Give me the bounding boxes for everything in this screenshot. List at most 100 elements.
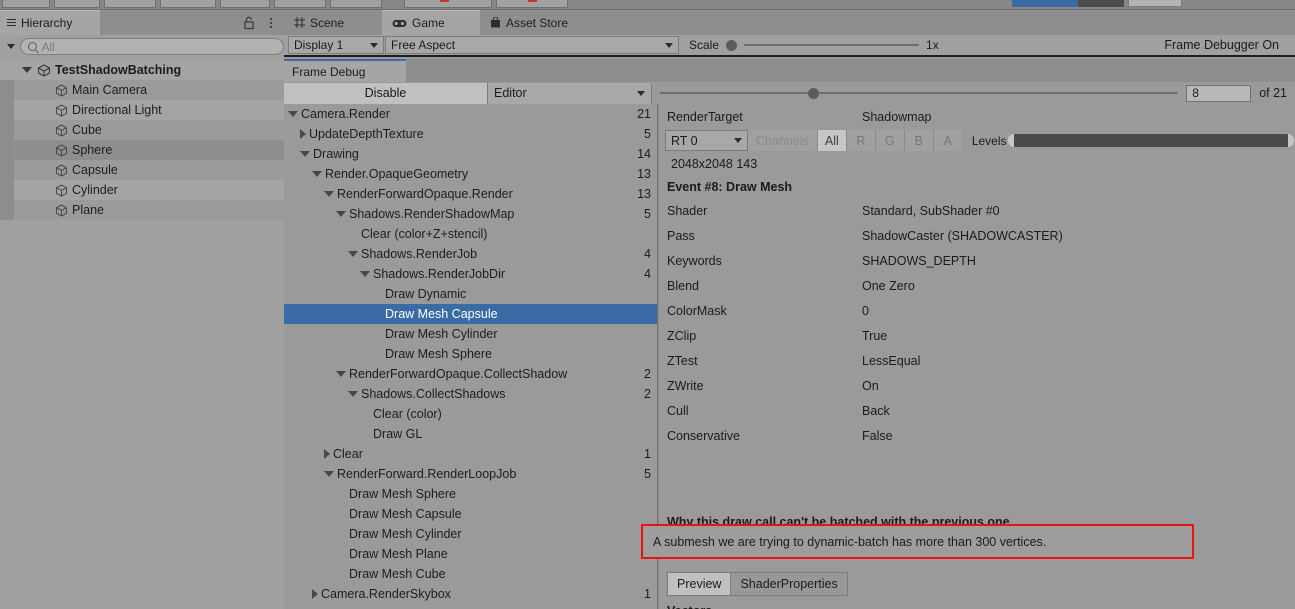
event-title-label: Event #8: Draw Mesh xyxy=(667,180,793,194)
aspect-dropdown[interactable]: Free Aspect xyxy=(385,36,679,54)
frame-event-row[interactable]: Draw Mesh Capsule xyxy=(284,304,657,324)
frame-event-row[interactable]: Draw Mesh Cylinder xyxy=(284,324,657,344)
hierarchy-item-testshadowbatching[interactable]: TestShadowBatching xyxy=(0,60,284,80)
frame-event-row[interactable]: Clear (color) xyxy=(284,404,657,424)
tab-asset-store[interactable]: Asset Store xyxy=(480,10,620,35)
hierarchy-item-capsule[interactable]: Capsule xyxy=(0,160,284,180)
frame-event-row[interactable]: RenderForwardOpaque.Render 13 xyxy=(284,184,657,204)
chevron-down-icon[interactable] xyxy=(348,391,358,397)
channel-button-g[interactable]: G xyxy=(874,130,904,151)
chevron-down-icon[interactable] xyxy=(312,171,322,177)
levels-slider[interactable] xyxy=(1007,134,1295,147)
frame-event-row[interactable]: Camera.Render 21 xyxy=(284,104,657,124)
disable-button[interactable]: Disable xyxy=(284,82,488,104)
frame-event-row[interactable]: Draw GL xyxy=(284,424,657,444)
tab-scene[interactable]: Scene xyxy=(284,10,382,35)
frame-event-row[interactable]: Clear 1 xyxy=(284,444,657,464)
chevron-down-icon[interactable] xyxy=(300,151,310,157)
toolbar-button-rotate[interactable] xyxy=(104,0,156,8)
scale-slider-knob[interactable] xyxy=(726,39,738,51)
event-slider-track-right[interactable] xyxy=(819,92,1179,94)
gameview-toolbar: Display 1 Free Aspect Scale 1x Frame Deb… xyxy=(284,35,1295,57)
scale-slider[interactable]: Scale 1x xyxy=(689,38,939,52)
frame-event-label: Draw Mesh Cylinder xyxy=(385,327,498,341)
frame-debug-event-tree[interactable]: Camera.Render 21 UpdateDepthTexture 5 Drawin… xyxy=(284,104,658,609)
rt-dropdown[interactable]: RT 0 xyxy=(665,130,748,151)
frame-event-row[interactable]: Draw Dynamic xyxy=(284,284,657,304)
toolbar-layout-dropdown[interactable] xyxy=(1128,0,1182,7)
channel-button-a[interactable]: A xyxy=(932,130,962,151)
chevron-down-icon[interactable] xyxy=(336,371,346,377)
hierarchy-item-main-camera[interactable]: Main Camera xyxy=(0,80,284,100)
tab-game[interactable]: Game xyxy=(382,10,480,35)
chevron-down-icon[interactable] xyxy=(336,211,346,217)
tab-hierarchy[interactable]: Hierarchy xyxy=(0,10,100,35)
grid-icon xyxy=(294,17,305,28)
toolbar-button-rect[interactable] xyxy=(220,0,270,8)
frame-event-row[interactable]: Draw Mesh Cylinder xyxy=(284,524,657,544)
toolbar-button-hand[interactable] xyxy=(2,0,50,8)
event-slider-track-left[interactable] xyxy=(660,92,808,94)
channel-button-r[interactable]: R xyxy=(845,130,875,151)
display-dropdown[interactable]: Display 1 xyxy=(288,36,384,54)
frame-event-row[interactable]: Draw Mesh Sphere xyxy=(284,344,657,364)
hierarchy-search-input[interactable]: All xyxy=(19,38,284,55)
frame-event-row[interactable]: Draw Mesh Capsule xyxy=(284,504,657,524)
frame-event-row[interactable]: Shadows.RenderJob 4 xyxy=(284,244,657,264)
chevron-down-icon[interactable] xyxy=(348,251,358,257)
channel-button-all[interactable]: All xyxy=(816,130,846,151)
frame-event-row[interactable]: Draw Mesh Cube xyxy=(284,564,657,584)
hierarchy-item-plane[interactable]: Plane xyxy=(0,200,284,220)
chevron-right-icon[interactable] xyxy=(312,589,318,599)
rendertarget-value: Shadowmap xyxy=(862,109,932,124)
frame-event-row[interactable]: Shadows.RenderJobDir 4 xyxy=(284,264,657,284)
frame-event-row[interactable]: Draw Mesh Plane xyxy=(284,544,657,564)
hierarchy-item-sphere[interactable]: Sphere xyxy=(0,140,284,160)
frame-event-row[interactable]: Clear (color+Z+stencil) xyxy=(284,224,657,244)
frame-event-row[interactable]: Shadows.RenderShadowMap 5 xyxy=(284,204,657,224)
event-slider-knob[interactable] xyxy=(808,87,819,99)
chevron-right-icon[interactable] xyxy=(324,449,330,459)
tab-game-label: Game xyxy=(412,16,445,30)
hierarchy-item-cylinder[interactable]: Cylinder xyxy=(0,180,284,200)
chevron-down-icon[interactable] xyxy=(324,191,334,197)
tab-frame-debug[interactable]: Frame Debug xyxy=(284,59,406,82)
toolbar-button-pivot[interactable] xyxy=(274,0,326,8)
property-row: Conservative False xyxy=(659,423,1295,448)
toolbar-button-scale[interactable] xyxy=(160,0,216,8)
chevron-down-icon[interactable] xyxy=(360,271,370,277)
hierarchy-options-icon[interactable] xyxy=(266,15,276,30)
chevron-down-icon[interactable] xyxy=(22,67,32,73)
toolbar-button-move[interactable] xyxy=(54,0,100,8)
frame-event-row[interactable]: RenderForwardOpaque.CollectShadow 2 xyxy=(284,364,657,384)
chevron-right-icon[interactable] xyxy=(300,129,306,139)
chevron-down-icon[interactable] xyxy=(324,471,334,477)
toolbar-progress-dark xyxy=(1078,0,1124,7)
create-dropdown-button[interactable] xyxy=(0,38,18,55)
chevron-down-icon[interactable] xyxy=(288,111,298,117)
channel-button-b[interactable]: B xyxy=(903,130,933,151)
frame-event-row[interactable]: Drawing 14 xyxy=(284,144,657,164)
event-slider[interactable]: 8 of 21 xyxy=(652,84,1295,102)
frame-event-row[interactable]: RenderForward.RenderLoopJob 5 xyxy=(284,464,657,484)
hierarchy-tree[interactable]: TestShadowBatching Main Camera Directional… xyxy=(0,60,284,609)
why-not-batched-message-box: A submesh we are trying to dynamic-batch… xyxy=(641,524,1194,559)
channel-g-label: G xyxy=(884,133,895,148)
frame-event-row[interactable]: Shadows.CollectShadows 2 xyxy=(284,384,657,404)
frame-event-count: 1 xyxy=(644,447,651,461)
event-index-input[interactable]: 8 xyxy=(1186,84,1252,102)
scale-slider-track[interactable] xyxy=(744,44,920,46)
levels-control[interactable]: Levels xyxy=(972,134,1295,148)
toolbar-button-transform[interactable] xyxy=(330,0,382,8)
hierarchy-item-cube[interactable]: Cube xyxy=(0,120,284,140)
tab-shader-properties[interactable]: ShaderProperties xyxy=(731,572,848,596)
frame-event-row[interactable]: UpdateDepthTexture 5 xyxy=(284,124,657,144)
frame-event-row[interactable]: Render.OpaqueGeometry 13 xyxy=(284,164,657,184)
frame-event-row[interactable]: Draw Mesh Sphere xyxy=(284,484,657,504)
frame-event-row[interactable]: Camera.RenderSkybox 1 xyxy=(284,584,657,604)
target-dropdown[interactable]: Editor xyxy=(488,82,652,104)
lock-icon[interactable] xyxy=(242,15,256,30)
tab-preview[interactable]: Preview xyxy=(667,572,732,596)
search-icon xyxy=(27,42,37,51)
hierarchy-item-directional-light[interactable]: Directional Light xyxy=(0,100,284,120)
